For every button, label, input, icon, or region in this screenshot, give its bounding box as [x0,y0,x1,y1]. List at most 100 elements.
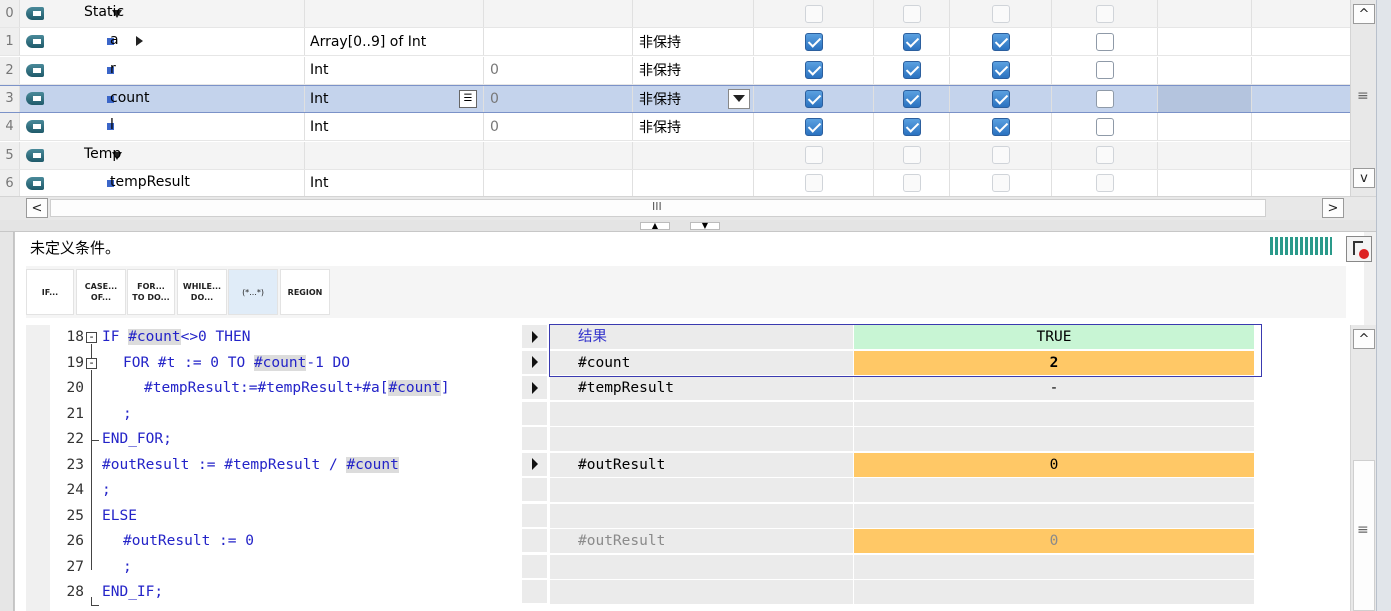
monitor-gutter[interactable] [522,478,547,502]
checkbox[interactable] [991,32,1010,51]
retain-cell[interactable]: 非保持 [633,28,754,56]
retain-cell[interactable]: 非保持 [633,85,754,112]
checkbox[interactable] [902,117,921,136]
checkbox[interactable] [1095,89,1114,108]
table-row[interactable]: 5 Temp [0,141,1350,170]
retain-dropdown-button[interactable] [728,88,750,109]
name-cell[interactable]: Static [50,0,305,27]
checkbox[interactable] [991,117,1010,136]
extra-cell[interactable] [1252,57,1350,84]
checkbox[interactable] [1095,4,1114,23]
default-value-cell[interactable] [484,141,633,169]
checkbox[interactable] [1095,32,1114,51]
table-scroll-down-button[interactable]: v [1353,168,1375,188]
table-horizontal-scrollbar[interactable]: < III > [0,196,1376,220]
code-line[interactable]: 28 END_IF; [50,580,522,606]
default-value-cell[interactable]: 0 [484,113,633,141]
extra-cell[interactable] [1252,170,1350,197]
expand-arrow-icon[interactable] [531,356,538,368]
default-value-cell[interactable] [484,169,633,197]
monitor-gutter[interactable] [522,529,547,553]
code-line[interactable]: 18 IF #count<>0 THEN [50,325,522,351]
data-type-cell[interactable]: Int [305,113,484,141]
checkbox[interactable] [902,146,921,164]
code-line[interactable]: 27; [50,555,522,581]
keyword-button[interactable]: WHILE... DO... [177,269,227,315]
data-type-cell[interactable] [305,0,484,27]
name-cell[interactable]: Temp [50,141,305,169]
keyword-button[interactable]: CASE... OF... [76,269,126,315]
code-line[interactable]: 20 #tempResult:=#tempResult+#a[#count] [50,376,522,402]
comment-cell[interactable] [1158,169,1252,197]
code-line[interactable]: 26 #outResult := 0 [50,529,522,555]
retain-cell[interactable] [633,0,754,27]
code-editor[interactable]: 18 IF #count<>0 THEN 19 FOR #t := 0 TO #cou… [50,325,522,611]
table-scroll-up-button[interactable]: ^ [1353,4,1375,24]
monitor-gutter[interactable] [522,503,547,528]
comment-cell[interactable] [1158,85,1252,112]
extra-cell[interactable] [1252,113,1350,140]
retain-cell[interactable] [633,141,754,169]
checkbox[interactable] [804,117,823,136]
monitor-gutter[interactable] [522,427,547,451]
keyword-button[interactable]: FOR... TO DO... [127,269,175,315]
monitor-gutter[interactable] [522,325,547,349]
data-type-cell[interactable]: Int [305,56,484,84]
code-line[interactable]: 23 #outResult := #tempResult / #count [50,453,522,479]
task-card-strip[interactable] [1376,0,1391,611]
data-type-cell[interactable] [305,141,484,169]
table-row[interactable]: 0 Static [0,0,1350,28]
checkbox[interactable] [991,89,1010,108]
monitor-gutter[interactable] [522,376,547,400]
data-type-cell[interactable]: Int [305,169,484,197]
checkbox[interactable] [804,146,823,164]
checkbox[interactable] [1095,174,1114,193]
name-cell[interactable]: tempResult [50,169,305,197]
comment-cell[interactable] [1158,28,1252,56]
retain-cell[interactable] [633,169,754,197]
name-cell[interactable]: a [50,28,305,56]
expand-arrow-icon[interactable] [531,381,538,394]
code-line[interactable]: 25 ELSE [50,504,522,530]
extra-cell[interactable] [1252,86,1350,112]
retain-cell[interactable]: 非保持 [633,113,754,141]
checkbox[interactable] [902,4,921,23]
default-value-cell[interactable]: 0 [484,56,633,84]
keyword-button[interactable]: IF... [26,269,74,315]
table-scroll-left-button[interactable]: < [26,198,48,218]
table-row[interactable]: 4 l Int 0 非保持 [0,113,1350,142]
name-cell[interactable]: l [50,113,305,141]
table-row[interactable]: 2 r Int 0 非保持 [0,56,1350,85]
checkbox[interactable] [991,146,1010,164]
name-cell[interactable]: r [50,56,305,84]
data-type-cell[interactable]: Array[0..9] of Int [305,28,484,56]
editor-scroll-up-button[interactable]: ^ [1353,329,1375,349]
monitoring-on-off-button[interactable] [1346,236,1372,262]
table-row[interactable]: 1 a Array[0..9] of Int 非保持 [0,28,1350,57]
checkbox[interactable] [1095,61,1114,80]
code-line[interactable]: 24; [50,478,522,504]
comment-cell[interactable] [1158,56,1252,84]
checkbox[interactable] [804,4,823,23]
checkbox[interactable] [1095,117,1114,136]
monitor-gutter[interactable] [522,554,547,579]
panel-splitter[interactable]: ▲ ▼ [0,220,1376,232]
code-line[interactable]: 21; [50,402,522,428]
checkbox[interactable] [804,61,823,80]
expand-right-icon[interactable] [136,36,143,47]
comment-cell[interactable] [1158,141,1252,169]
table-row[interactable]: 3 count Int ☰ 0 非保持 [0,84,1350,113]
default-value-cell[interactable] [484,28,633,56]
fold-toggle-icon[interactable]: - [86,357,97,369]
keyword-button[interactable]: (*...*) [228,269,278,315]
splitter-up-arrow-icon[interactable]: ▲ [640,222,670,230]
checkbox[interactable] [902,61,921,80]
checkbox[interactable] [804,89,823,108]
checkbox[interactable] [804,174,823,193]
code-line[interactable]: 19 FOR #t := 0 TO #count-1 DO [50,351,522,377]
extra-cell[interactable] [1252,0,1350,27]
monitor-toggle-icon[interactable] [1270,237,1332,255]
data-type-cell[interactable]: Int ☰ [305,85,484,112]
monitor-gutter[interactable] [522,580,547,604]
checkbox[interactable] [991,174,1010,193]
